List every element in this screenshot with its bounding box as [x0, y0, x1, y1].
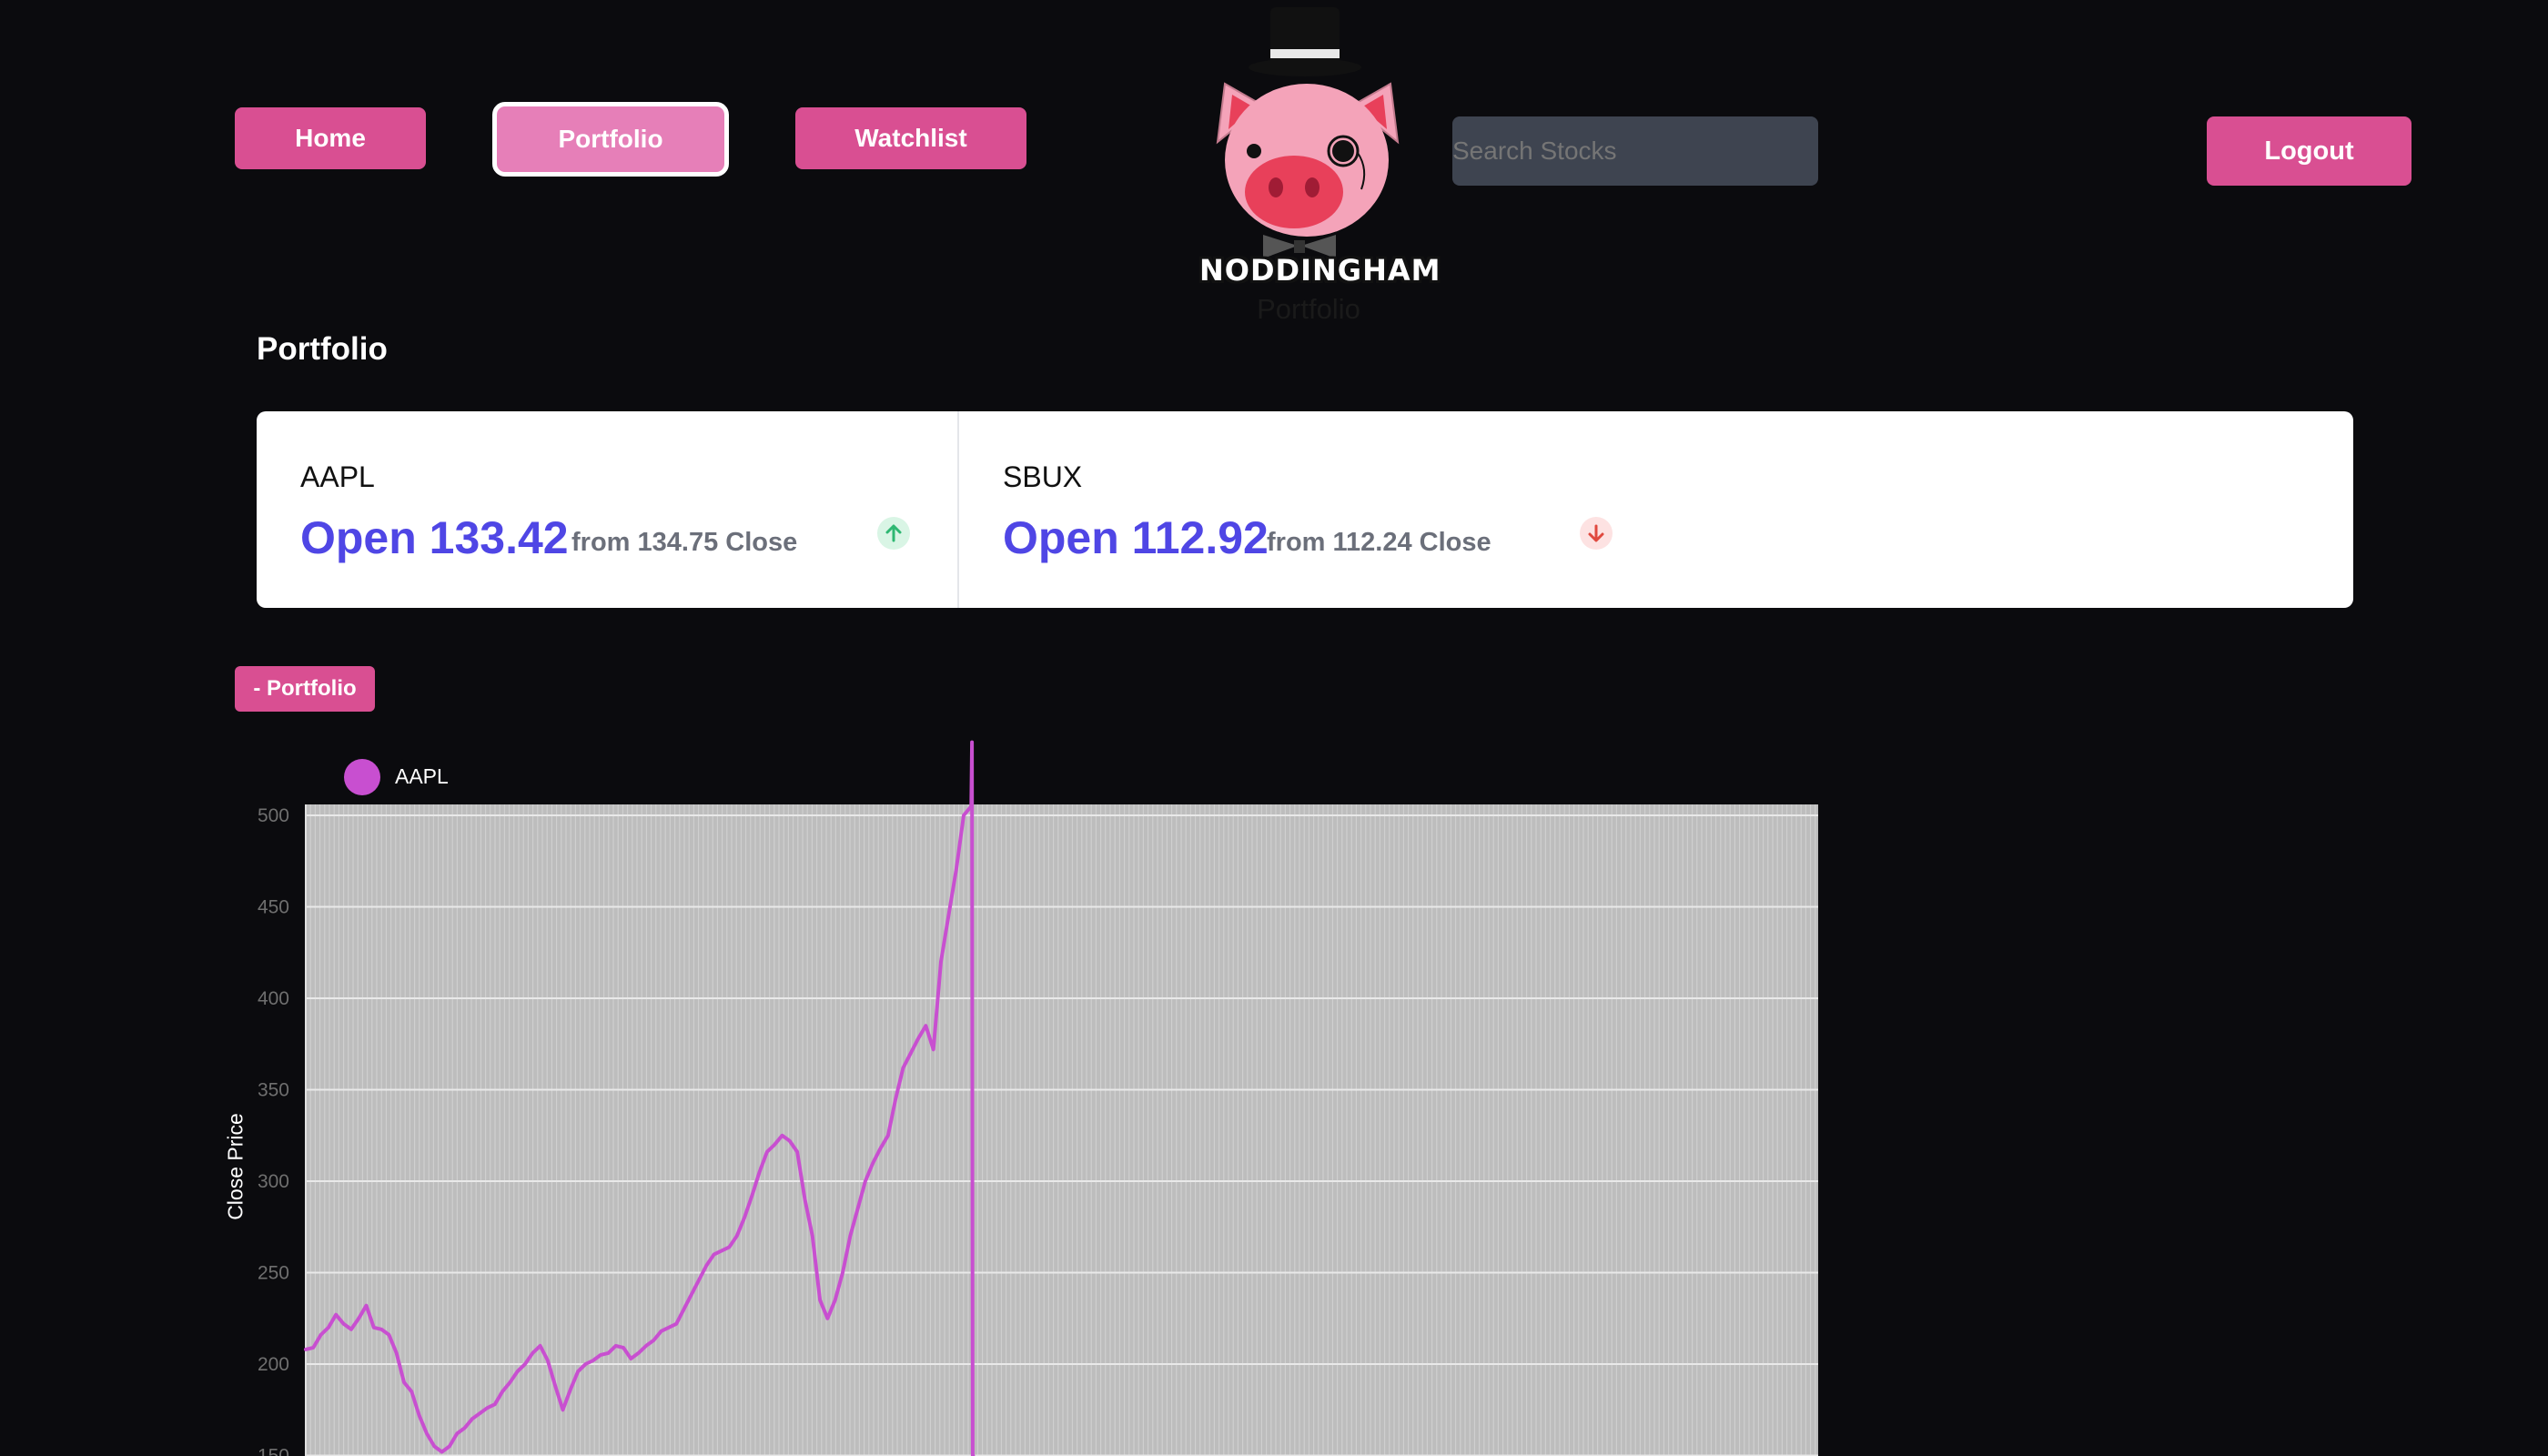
stat-previous-close: from 112.24 Close — [1267, 528, 1491, 557]
y-tick-label: 450 — [258, 897, 289, 918]
nav-watchlist-button[interactable]: Watchlist — [795, 107, 1026, 169]
logout-button[interactable]: Logout — [2207, 116, 2412, 186]
y-tick-label: 350 — [258, 1080, 289, 1101]
search-input[interactable] — [1452, 116, 1818, 186]
toggle-portfolio-chart-button[interactable]: - Portfolio — [235, 666, 375, 712]
y-tick-label: 400 — [258, 988, 289, 1009]
nav-portfolio-button[interactable]: Portfolio — [492, 102, 729, 177]
series-line-spike — [969, 740, 976, 1456]
trend-up-icon — [877, 517, 910, 550]
y-tick-label: 250 — [258, 1263, 289, 1284]
vertical-gridlines — [305, 804, 1816, 1456]
trend-down-icon — [1580, 517, 1613, 550]
legend-swatch[interactable] — [344, 759, 380, 795]
stat-sbux[interactable]: SBUX Open 112.92 from 112.24 Close — [957, 411, 1658, 608]
y-axis-label: Close Price — [223, 1113, 248, 1220]
logo-wordmark: NODDINGHAM — [1199, 253, 1441, 288]
nav-home-button[interactable]: Home — [235, 107, 426, 169]
stat-aapl[interactable]: AAPL Open 133.42 from 134.75 Close — [257, 411, 957, 608]
logo-caption: Portfolio — [1257, 293, 1360, 325]
y-tick-label: 150 — [258, 1446, 289, 1456]
y-tick-label: 500 — [258, 805, 289, 826]
y-tick-label: 200 — [258, 1354, 289, 1375]
stat-symbol: AAPL — [300, 460, 375, 493]
stat-symbol: SBUX — [1003, 460, 1083, 493]
stats-card: AAPL Open 133.42 from 134.75 Close SBUX … — [257, 411, 2353, 608]
legend-label[interactable]: AAPL — [395, 764, 449, 789]
plot-area — [306, 804, 1818, 1456]
stat-previous-close: from 134.75 Close — [571, 528, 798, 557]
y-tick-label: 300 — [258, 1171, 289, 1192]
stat-open-price: Open 112.92 — [1003, 512, 1269, 563]
series-line-aapl — [304, 804, 974, 1454]
stat-open-price: Open 133.42 — [300, 512, 569, 563]
page-title: Portfolio — [257, 331, 388, 367]
